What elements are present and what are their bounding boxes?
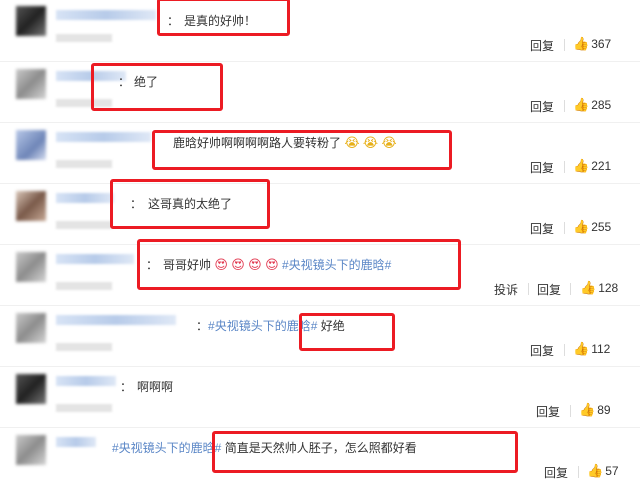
comment-row: ： 哥哥好帅 😍 😍 😍 😍 #央视镜头下的鹿晗# 投诉 回复 👍 128 bbox=[0, 239, 640, 306]
divider bbox=[564, 344, 565, 356]
reply-button[interactable]: 回复 bbox=[530, 37, 554, 54]
thumbs-up-icon: 👍 bbox=[573, 159, 590, 174]
like-button[interactable]: 👍 57 bbox=[587, 464, 619, 479]
avatar[interactable] bbox=[16, 69, 46, 99]
username-blurred[interactable] bbox=[56, 315, 176, 325]
highlight-box bbox=[91, 63, 223, 111]
avatar[interactable] bbox=[16, 313, 46, 343]
comment-actions: 回复 👍 255 bbox=[530, 220, 640, 236]
comment-row: ： 是真的好帅！ 回复 👍 367 bbox=[0, 0, 640, 62]
comment-row: 鹿晗好帅啊啊啊啊路人要转粉了 😭 😭 😭 回复 👍 221 bbox=[0, 122, 640, 184]
username-blurred[interactable] bbox=[56, 376, 116, 386]
meta-blurred bbox=[56, 160, 112, 168]
like-button[interactable]: 👍 89 bbox=[579, 403, 611, 418]
comment-actions: 回复 👍 112 bbox=[530, 342, 640, 358]
divider bbox=[564, 39, 565, 51]
comment-text: 啊啊啊 bbox=[137, 380, 174, 394]
meta-blurred bbox=[56, 343, 112, 351]
reply-button[interactable]: 回复 bbox=[536, 403, 560, 420]
avatar[interactable] bbox=[16, 6, 46, 36]
meta-blurred bbox=[56, 282, 112, 290]
divider bbox=[578, 466, 579, 478]
thumbs-up-icon: 👍 bbox=[573, 37, 590, 52]
like-count: 112 bbox=[591, 342, 611, 356]
thumbs-up-icon: 👍 bbox=[573, 220, 590, 235]
reply-button[interactable]: 回复 bbox=[530, 342, 554, 359]
colon: ： bbox=[196, 319, 209, 333]
highlight-box bbox=[212, 431, 518, 473]
topic-link[interactable]: #央视镜头下的鹿晗# bbox=[112, 441, 221, 455]
highlight-box bbox=[152, 130, 452, 170]
highlight-box bbox=[137, 239, 461, 290]
thumbs-up-icon: 👍 bbox=[587, 464, 604, 479]
comment-row: ：#央视镜头下的鹿晗# 好绝 回复 👍 112 bbox=[0, 305, 640, 367]
divider bbox=[528, 283, 529, 295]
reply-button[interactable]: 回复 bbox=[530, 159, 554, 176]
username-blurred[interactable] bbox=[56, 193, 114, 203]
like-count: 89 bbox=[597, 403, 611, 417]
like-count: 128 bbox=[598, 281, 619, 295]
divider bbox=[570, 283, 571, 295]
reply-button[interactable]: 回复 bbox=[530, 98, 554, 115]
meta-blurred bbox=[56, 34, 112, 42]
comment-actions: 回复 👍 285 bbox=[530, 98, 640, 114]
like-button[interactable]: 👍 221 bbox=[573, 159, 611, 174]
username-blurred[interactable] bbox=[56, 132, 151, 142]
username-blurred[interactable] bbox=[56, 437, 96, 447]
reply-button[interactable]: 回复 bbox=[544, 464, 568, 481]
like-count: 285 bbox=[591, 98, 612, 112]
like-count: 367 bbox=[591, 37, 612, 51]
comment-actions: 回复 👍 221 bbox=[530, 159, 640, 175]
comment-row: ： 绝了 回复 👍 285 bbox=[0, 61, 640, 123]
like-button[interactable]: 👍 112 bbox=[573, 342, 610, 357]
thumbs-up-icon: 👍 bbox=[573, 342, 590, 357]
thumbs-up-icon: 👍 bbox=[579, 403, 596, 418]
comment-actions: 回复 👍 57 bbox=[544, 464, 640, 480]
like-count: 255 bbox=[591, 220, 612, 234]
like-button[interactable]: 👍 128 bbox=[580, 281, 618, 296]
like-count: 57 bbox=[605, 464, 619, 478]
comment-row: ： 啊啊啊 回复 👍 89 bbox=[0, 366, 640, 428]
avatar[interactable] bbox=[16, 130, 46, 160]
like-count: 221 bbox=[591, 159, 612, 173]
comment-actions: 投诉 回复 👍 128 bbox=[494, 281, 640, 297]
reply-button[interactable]: 回复 bbox=[537, 281, 561, 298]
like-button[interactable]: 👍 255 bbox=[573, 220, 611, 235]
username-blurred[interactable] bbox=[56, 10, 156, 20]
comment-actions: 回复 👍 367 bbox=[530, 37, 640, 53]
comment-actions: 回复 👍 89 bbox=[536, 403, 640, 419]
divider bbox=[564, 222, 565, 234]
like-button[interactable]: 👍 285 bbox=[573, 98, 611, 113]
thumbs-up-icon: 👍 bbox=[573, 98, 590, 113]
meta-blurred bbox=[56, 404, 112, 412]
colon: ： bbox=[120, 380, 133, 394]
highlight-box bbox=[110, 179, 270, 229]
comment-row: ： 这哥真的太绝了 回复 👍 255 bbox=[0, 179, 640, 245]
avatar[interactable] bbox=[16, 191, 46, 221]
reply-button[interactable]: 回复 bbox=[530, 220, 554, 237]
like-button[interactable]: 👍 367 bbox=[573, 37, 611, 52]
avatar[interactable] bbox=[16, 435, 46, 465]
thumbs-up-icon: 👍 bbox=[580, 281, 597, 296]
divider bbox=[570, 405, 571, 417]
divider bbox=[564, 100, 565, 112]
avatar[interactable] bbox=[16, 374, 46, 404]
highlight-box bbox=[299, 313, 395, 351]
meta-blurred bbox=[56, 221, 112, 229]
highlight-box bbox=[157, 0, 290, 36]
report-button[interactable]: 投诉 bbox=[494, 281, 518, 298]
username-blurred[interactable] bbox=[56, 254, 134, 264]
avatar[interactable] bbox=[16, 252, 46, 282]
divider bbox=[564, 161, 565, 173]
